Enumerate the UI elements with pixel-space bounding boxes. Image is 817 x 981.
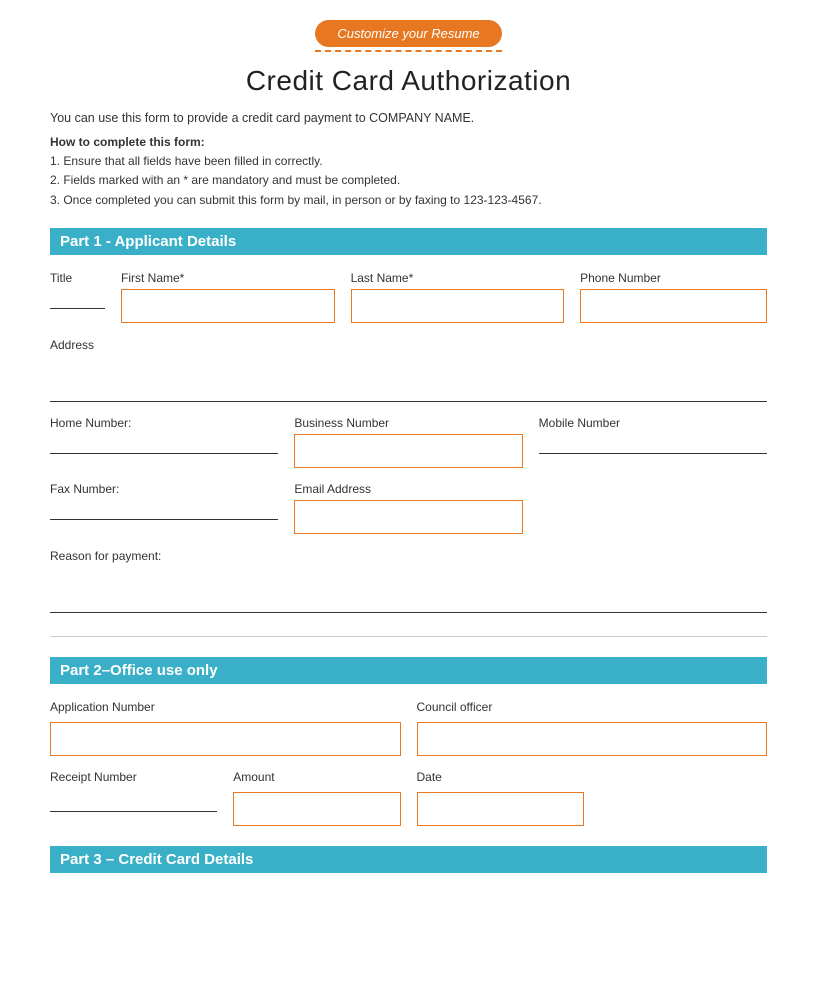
firstname-group: First Name* xyxy=(121,271,335,323)
divider1 xyxy=(50,636,767,637)
date-label: Date xyxy=(417,770,584,784)
business-label: Business Number xyxy=(294,416,522,430)
fax-input[interactable] xyxy=(50,500,278,520)
how-to-section: How to complete this form: 1. Ensure tha… xyxy=(50,133,767,210)
council-group: Council officer xyxy=(417,700,768,756)
receipt-row: Receipt Number Amount Date xyxy=(50,770,767,826)
amount-input[interactable] xyxy=(233,792,400,826)
page-title: Credit Card Authorization xyxy=(50,65,767,97)
mobile-label: Mobile Number xyxy=(539,416,767,430)
app-num-group: Application Number xyxy=(50,700,401,756)
firstname-input[interactable] xyxy=(121,289,335,323)
how-to-step2: 2. Fields marked with an * are mandatory… xyxy=(50,173,400,187)
part2-section: Part 2–Office use only Application Numbe… xyxy=(50,657,767,826)
app-council-row: Application Number Council officer xyxy=(50,700,767,756)
mobile-input[interactable] xyxy=(539,434,767,454)
lastname-input[interactable] xyxy=(351,289,565,323)
email-input[interactable] xyxy=(294,500,522,534)
reason-input[interactable] xyxy=(50,563,767,613)
fax-label: Fax Number: xyxy=(50,482,278,496)
address-group: Address xyxy=(50,337,767,402)
receipt-label: Receipt Number xyxy=(50,770,217,784)
reason-label: Reason for payment: xyxy=(50,549,161,563)
business-input[interactable] xyxy=(294,434,522,468)
how-to-step3: 3. Once completed you can submit this fo… xyxy=(50,193,542,207)
email-label: Email Address xyxy=(294,482,522,496)
home-group: Home Number: xyxy=(50,416,278,454)
how-to-step1: 1. Ensure that all fields have been fill… xyxy=(50,154,323,168)
name-row: Title First Name* Last Name* Phone Numbe… xyxy=(50,271,767,323)
council-input[interactable] xyxy=(417,722,768,756)
title-label: Title xyxy=(50,271,105,285)
part1-header: Part 1 - Applicant Details xyxy=(50,228,767,255)
title-group: Title xyxy=(50,271,105,309)
lastname-label: Last Name* xyxy=(351,271,565,285)
firstname-label: First Name* xyxy=(121,271,335,285)
receipt-input[interactable] xyxy=(50,788,217,812)
intro-text: You can use this form to provide a credi… xyxy=(50,111,767,125)
fax-group: Fax Number: xyxy=(50,482,278,520)
phone-group: Phone Number xyxy=(580,271,767,323)
amount-label: Amount xyxy=(233,770,400,784)
app-num-label: Application Number xyxy=(50,700,401,714)
app-num-input[interactable] xyxy=(50,722,401,756)
address-label: Address xyxy=(50,338,94,352)
email-group: Email Address xyxy=(294,482,522,534)
council-label: Council officer xyxy=(417,700,768,714)
home-label: Home Number: xyxy=(50,416,278,430)
phone-input[interactable] xyxy=(580,289,767,323)
numbers-row: Home Number: Business Number Mobile Numb… xyxy=(50,416,767,468)
lastname-group: Last Name* xyxy=(351,271,565,323)
amount-group: Amount xyxy=(233,770,400,826)
part1-section: Part 1 - Applicant Details Title First N… xyxy=(50,228,767,616)
title-input[interactable] xyxy=(50,289,105,309)
home-input[interactable] xyxy=(50,434,278,454)
how-to-heading: How to complete this form: xyxy=(50,135,205,149)
mobile-group: Mobile Number xyxy=(539,416,767,454)
receipt-group: Receipt Number xyxy=(50,770,217,812)
date-input[interactable] xyxy=(417,792,584,826)
business-group: Business Number xyxy=(294,416,522,468)
part3-header: Part 3 – Credit Card Details xyxy=(50,846,767,873)
address-input[interactable] xyxy=(50,352,767,402)
customize-resume-button[interactable]: Customize your Resume xyxy=(315,20,501,47)
part2-header: Part 2–Office use only xyxy=(50,657,767,684)
date-group: Date xyxy=(417,770,584,826)
fax-email-row: Fax Number: Email Address xyxy=(50,482,767,534)
reason-group: Reason for payment: xyxy=(50,548,767,616)
phone-label: Phone Number xyxy=(580,271,767,285)
